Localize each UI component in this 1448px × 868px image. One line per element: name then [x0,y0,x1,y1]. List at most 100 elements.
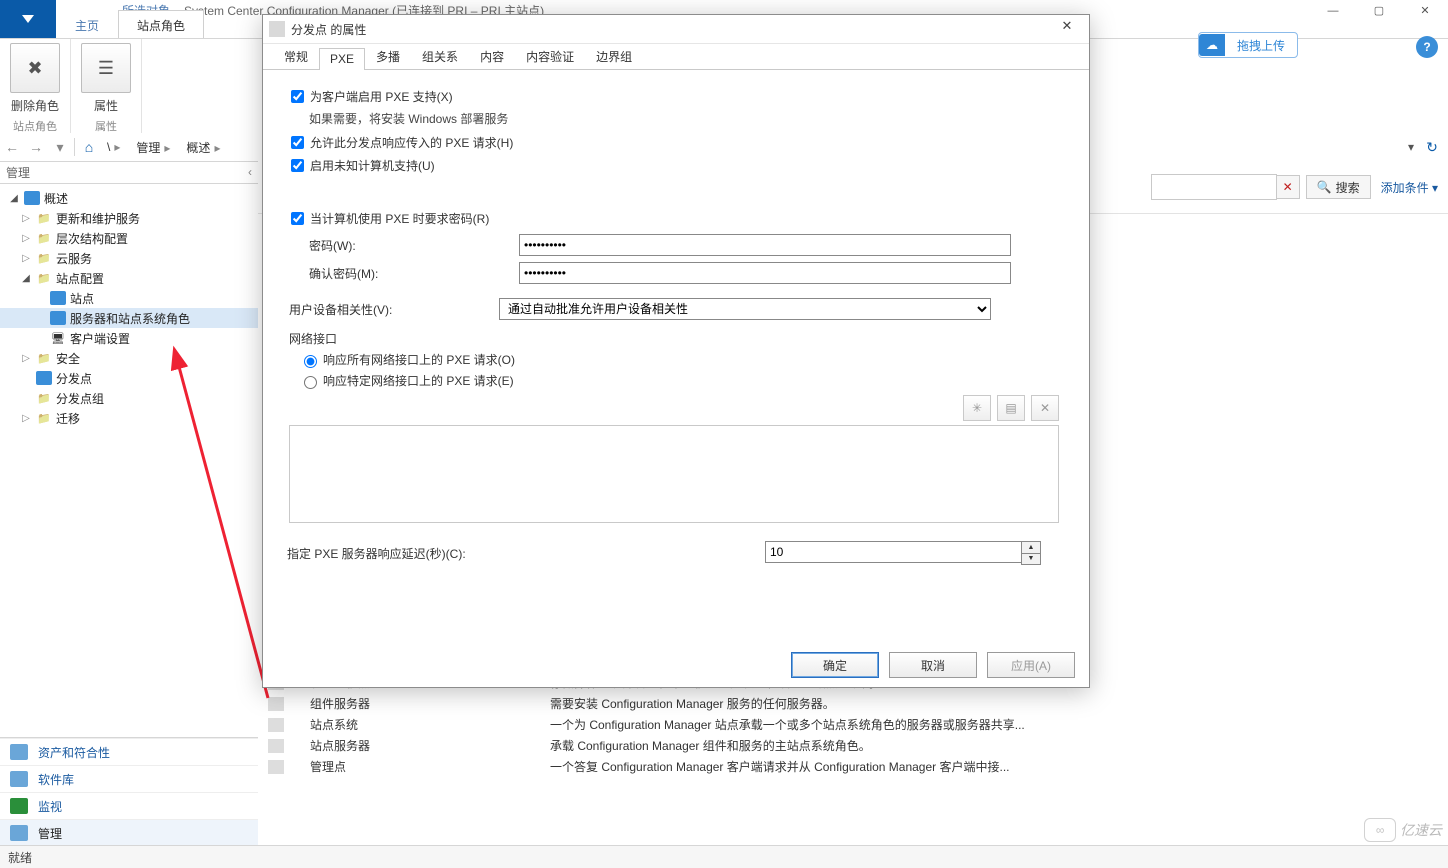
radio-net-all[interactable]: 响应所有网络接口上的 PXE 请求(O) [299,351,1061,368]
nav-up[interactable]: ▾ [48,135,72,159]
label-uda: 用户设备相关性(V): [287,301,499,318]
maximize-button[interactable]: ▢ [1356,0,1402,21]
wunder-assets[interactable]: 资产和符合性 [0,738,258,765]
delete-role-icon[interactable]: ✖ [10,43,60,93]
label-confirm: 确认密码(M): [287,265,519,282]
dialog-footer: 确定 取消 应用(A) [263,643,1089,687]
tab-grouprel[interactable]: 组关系 [411,44,469,69]
nav-tree: 概述 更新和维护服务 层次结构配置 云服务 站点配置 站点 服务器和站点系统角色… [0,184,258,737]
window-buttons: — ▢ ✕ [1310,0,1448,21]
tab-site-role[interactable]: 站点角色 [118,10,204,38]
spinner-delay[interactable]: ▲▼ [765,541,1041,565]
cloud-icon: ☁ [1199,34,1225,56]
properties-icon[interactable]: ☰ [81,43,131,93]
input-password[interactable] [519,234,1011,256]
crumb-root[interactable]: \▸ [101,140,130,154]
input-confirm[interactable] [519,262,1011,284]
node-client[interactable]: 客户端设置 [0,328,258,348]
search-clear-button[interactable]: ✕ [1276,175,1300,199]
watermark: ∞ 亿速云 [1364,818,1442,842]
node-hierarchy[interactable]: 层次结构配置 [0,228,258,248]
chk-allow-incoming[interactable]: 允许此分发点响应传入的 PXE 请求(H) [287,133,1061,152]
crumb-admin[interactable]: 管理▸ [130,139,180,156]
chk-require-pw[interactable]: 当计算机使用 PXE 时要求密码(R) [287,209,1061,228]
close-button[interactable]: ✕ [1402,0,1448,21]
tab-home[interactable]: 主页 [56,10,118,38]
nav-header: 管理 ‹ [0,161,258,184]
node-cloud[interactable]: 云服务 [0,248,258,268]
nav-fwd[interactable]: → [24,135,48,159]
list-item[interactable]: 站点系统一个为 Configuration Manager 站点承载一个或多个站… [258,714,1448,735]
wunder-monitor[interactable]: 监视 [0,792,258,819]
ribbon-cat-1: 站点角色 [10,118,60,134]
add-condition-link[interactable]: 添加条件 ▾ [1381,179,1438,196]
pin-icon[interactable]: ‹ [248,165,252,179]
refresh-button[interactable]: ↻ [1420,139,1444,156]
wunderbar: 资产和符合性 软件库 监视 管理 [0,737,258,846]
nav-back[interactable]: ← [0,135,24,159]
row-confirm: 确认密码(M): [287,262,1061,284]
list-item[interactable]: 管理点一个答复 Configuration Manager 客户端请求并从 Co… [258,756,1448,777]
spin-down[interactable]: ▼ [1022,554,1040,565]
list-item[interactable]: 站点服务器承载 Configuration Manager 组件和服务的主站点系… [258,735,1448,756]
tab-pxe[interactable]: PXE [319,48,365,70]
tab-contentval[interactable]: 内容验证 [515,44,585,69]
wunder-admin[interactable]: 管理 [0,819,258,846]
properties-label: 属性 [81,97,131,114]
tab-multicast[interactable]: 多播 [365,44,411,69]
select-uda[interactable]: 通过自动批准允许用户设备相关性 [499,298,991,320]
tab-boundary[interactable]: 边界组 [585,44,643,69]
ribbon-cat-2: 属性 [81,118,131,134]
tab-content[interactable]: 内容 [469,44,515,69]
chk-enable-pxe[interactable]: 为客户端启用 PXE 支持(X) [287,87,1061,106]
file-menu-button[interactable] [0,0,56,38]
ribbon-group-props: ☰ 属性 属性 [71,39,142,134]
node-security[interactable]: 安全 [0,348,258,368]
spin-up[interactable]: ▲ [1022,542,1040,554]
node-servers[interactable]: 服务器和站点系统角色 [0,308,258,328]
node-overview[interactable]: 概述 [0,188,258,208]
row-delay: 指定 PXE 服务器响应延迟(秒)(C): ▲▼ [287,541,1061,565]
apply-button[interactable]: 应用(A) [987,652,1075,678]
input-delay[interactable] [765,541,1021,563]
drag-upload-pill[interactable]: ☁ 拖拽上传 [1198,32,1298,58]
cancel-button[interactable]: 取消 [889,652,977,678]
search-button[interactable]: 🔍搜索 [1306,175,1371,199]
dialog-tabs: 常规 PXE 多播 组关系 内容 内容验证 边界组 [263,44,1089,70]
node-dpgroup[interactable]: 分发点组 [0,388,258,408]
label-delay: 指定 PXE 服务器响应延迟(秒)(C): [287,545,765,562]
list-item[interactable]: 组件服务器需要安装 Configuration Manager 服务的任何服务器… [258,693,1448,714]
addr-dropdown[interactable]: ▾ [1402,140,1420,154]
nav-pane: 管理 ‹ 概述 更新和维护服务 层次结构配置 云服务 站点配置 站点 服务器和站… [0,161,259,846]
node-sites[interactable]: 站点 [0,288,258,308]
net-edit-button[interactable]: ▤ [997,395,1025,421]
dialog-titlebar[interactable]: 分发点 的属性 ✕ [263,15,1089,44]
node-siteconfig[interactable]: 站点配置 [0,268,258,288]
node-updates[interactable]: 更新和维护服务 [0,208,258,228]
node-dp[interactable]: 分发点 [0,368,258,388]
nav-home-icon[interactable]: ⌂ [77,135,101,159]
net-interface-list[interactable] [289,425,1059,523]
dialog-title: 分发点 的属性 [291,21,1051,38]
ribbon-group-siterole: ✖ 删除角色 站点角色 [0,39,71,134]
minimize-button[interactable]: — [1310,0,1356,21]
wunder-softlib[interactable]: 软件库 [0,765,258,792]
crumb-overview[interactable]: 概述▸ [180,139,230,156]
row-password: 密码(W): [287,234,1061,256]
label-password: 密码(W): [287,237,519,254]
radio-net-specific[interactable]: 响应特定网络接口上的 PXE 请求(E) [299,372,1061,389]
row-uda: 用户设备相关性(V): 通过自动批准允许用户设备相关性 [287,298,1061,320]
node-migration[interactable]: 迁移 [0,408,258,428]
dialog-close-button[interactable]: ✕ [1051,18,1083,40]
net-toolbar: ✳ ▤ ✕ [289,395,1059,421]
net-add-button[interactable]: ✳ [963,395,991,421]
tab-general[interactable]: 常规 [273,44,319,69]
enable-pxe-sub: 如果需要，将安装 Windows 部署服务 [309,110,1061,127]
search-area: ✕ 🔍搜索 添加条件 ▾ [1151,174,1438,200]
search-input[interactable] [1151,174,1277,200]
watermark-icon: ∞ [1364,818,1396,842]
help-icon[interactable]: ? [1416,36,1438,58]
net-del-button[interactable]: ✕ [1031,395,1059,421]
ok-button[interactable]: 确定 [791,652,879,678]
chk-unknown[interactable]: 启用未知计算机支持(U) [287,156,1061,175]
